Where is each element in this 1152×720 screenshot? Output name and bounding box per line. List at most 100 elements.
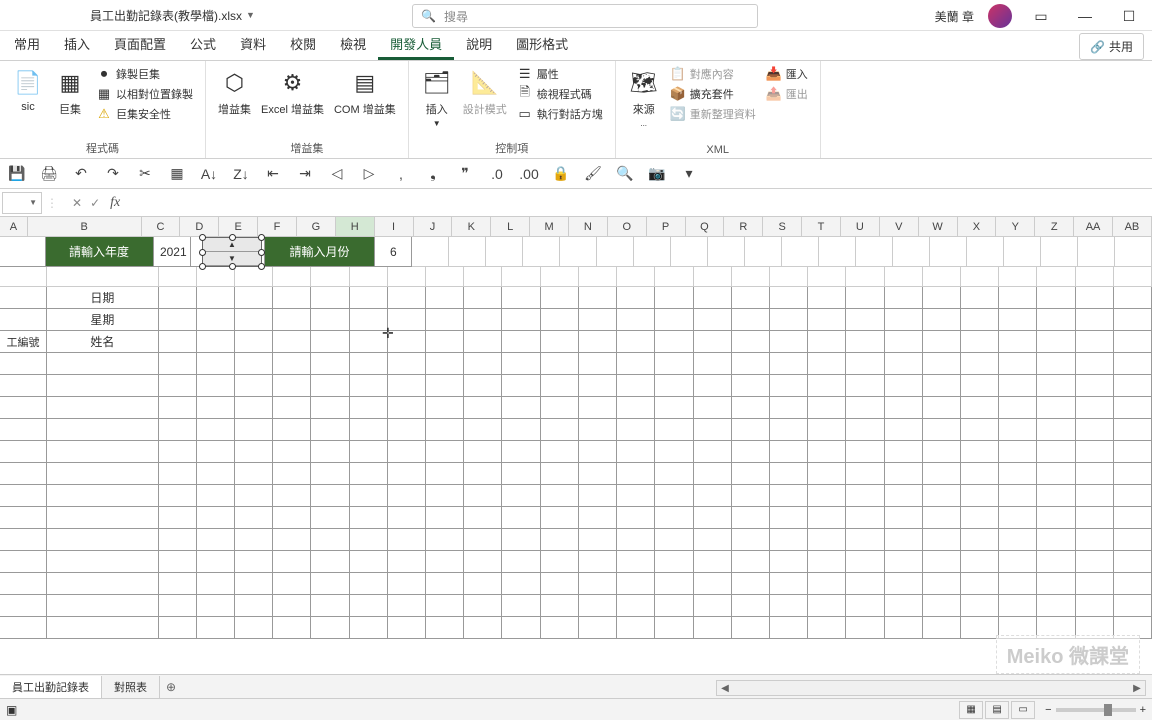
- view-code-button[interactable]: 🗎檢視程式碼: [515, 85, 605, 103]
- window-maximize-button[interactable]: ☐: [1114, 4, 1144, 28]
- cell[interactable]: [1037, 331, 1075, 353]
- cell[interactable]: [464, 309, 502, 331]
- col-header-B[interactable]: B: [28, 217, 142, 236]
- cell[interactable]: [999, 331, 1037, 353]
- cell[interactable]: [732, 309, 770, 331]
- search-box[interactable]: 🔍 搜尋: [412, 4, 758, 28]
- xml-import-button[interactable]: 📥匯入: [764, 65, 810, 83]
- col-header-H[interactable]: H: [336, 217, 375, 236]
- cell[interactable]: [1114, 309, 1152, 331]
- col-header-AB[interactable]: AB: [1113, 217, 1152, 236]
- indent-icon[interactable]: ▷: [358, 163, 380, 185]
- col-header-W[interactable]: W: [919, 217, 958, 236]
- cell[interactable]: [159, 331, 197, 353]
- selection-handle[interactable]: [258, 249, 265, 256]
- cell[interactable]: [350, 309, 388, 331]
- cell[interactable]: [311, 287, 349, 309]
- com-addins-button[interactable]: ▤COM 增益集: [332, 65, 398, 119]
- properties-button[interactable]: ☰屬性: [515, 65, 605, 83]
- cell[interactable]: [808, 309, 846, 331]
- visual-basic-button[interactable]: 📄sic: [10, 65, 46, 115]
- col-header-Z[interactable]: Z: [1035, 217, 1074, 236]
- macro-record-icon[interactable]: ▣: [6, 703, 17, 717]
- cell[interactable]: [655, 309, 693, 331]
- avatar[interactable]: [988, 4, 1012, 28]
- cell[interactable]: [846, 309, 884, 331]
- record-macro-button[interactable]: ⏺錄製巨集: [94, 65, 195, 83]
- zoom-in-icon[interactable]: +: [1140, 704, 1146, 716]
- cell[interactable]: [885, 331, 923, 353]
- cell[interactable]: [235, 287, 273, 309]
- zoom-slider[interactable]: [1056, 708, 1136, 712]
- fill-icon[interactable]: 🖌: [582, 163, 604, 185]
- scroll-right-icon[interactable]: ▶: [1129, 683, 1145, 694]
- cell[interactable]: [426, 309, 464, 331]
- cell[interactable]: [541, 287, 579, 309]
- cell[interactable]: [464, 287, 502, 309]
- cell[interactable]: [579, 309, 617, 331]
- cell[interactable]: [197, 331, 235, 353]
- excel-addins-button[interactable]: ⚙Excel 增益集: [259, 65, 326, 119]
- cell[interactable]: [1037, 309, 1075, 331]
- cell[interactable]: [388, 309, 426, 331]
- tab-layout[interactable]: 頁面配置: [102, 28, 178, 60]
- cell[interactable]: [961, 331, 999, 353]
- scroll-left-icon[interactable]: ◀: [717, 683, 733, 694]
- cell-weekday-label[interactable]: 星期: [47, 309, 159, 331]
- decrease-dec-icon[interactable]: .0: [486, 163, 508, 185]
- cell[interactable]: [579, 287, 617, 309]
- cell[interactable]: [846, 287, 884, 309]
- design-mode-button[interactable]: 📐設計模式: [461, 65, 509, 119]
- cell[interactable]: [923, 309, 961, 331]
- cell[interactable]: [541, 309, 579, 331]
- col-header-G[interactable]: G: [297, 217, 336, 236]
- macros-button[interactable]: ▦巨集: [52, 65, 88, 119]
- cell[interactable]: [694, 287, 732, 309]
- zoom-icon[interactable]: 🔍: [614, 163, 636, 185]
- quote-icon[interactable]: ❟: [422, 163, 444, 185]
- view-page-layout-button[interactable]: ▤: [985, 701, 1009, 719]
- namebox-dropdown-icon[interactable]: ▼: [29, 198, 37, 207]
- cell[interactable]: [350, 331, 388, 353]
- cell[interactable]: [502, 287, 540, 309]
- col-header-N[interactable]: N: [569, 217, 608, 236]
- cell[interactable]: [694, 309, 732, 331]
- cell[interactable]: [235, 309, 273, 331]
- col-header-U[interactable]: U: [841, 217, 880, 236]
- quote2-icon[interactable]: ❞: [454, 163, 476, 185]
- tab-formulas[interactable]: 公式: [178, 28, 228, 60]
- cell[interactable]: [999, 287, 1037, 309]
- cell-weekday-left[interactable]: [0, 309, 47, 331]
- cell[interactable]: [885, 309, 923, 331]
- cell[interactable]: [770, 287, 808, 309]
- cell[interactable]: [617, 309, 655, 331]
- tab-insert[interactable]: 插入: [52, 28, 102, 60]
- col-header-S[interactable]: S: [763, 217, 802, 236]
- cell[interactable]: [426, 331, 464, 353]
- expansion-button[interactable]: 📦擴充套件: [668, 85, 758, 103]
- cell[interactable]: [273, 287, 311, 309]
- cell[interactable]: [235, 331, 273, 353]
- window-minimize-button[interactable]: —: [1070, 4, 1100, 28]
- col-header-I[interactable]: I: [375, 217, 414, 236]
- col-header-M[interactable]: M: [530, 217, 569, 236]
- col-header-C[interactable]: C: [142, 217, 181, 236]
- refresh-data-button[interactable]: 🔄重新整理資料: [668, 105, 758, 123]
- cell[interactable]: [350, 287, 388, 309]
- relative-ref-button[interactable]: ▦以相對位置錄製: [94, 85, 195, 103]
- cell[interactable]: [655, 287, 693, 309]
- zoom-out-icon[interactable]: −: [1045, 704, 1051, 716]
- col-header-D[interactable]: D: [180, 217, 219, 236]
- col-header-V[interactable]: V: [880, 217, 919, 236]
- col-header-E[interactable]: E: [219, 217, 258, 236]
- cell[interactable]: [732, 287, 770, 309]
- cell-year-label[interactable]: 請輸入年度: [46, 237, 154, 267]
- selection-handle[interactable]: [229, 234, 236, 241]
- cell[interactable]: [999, 309, 1037, 331]
- col-header-R[interactable]: R: [724, 217, 763, 236]
- cell[interactable]: [923, 331, 961, 353]
- cell[interactable]: [1076, 309, 1114, 331]
- cell-empno-label[interactable]: 工編號: [0, 331, 47, 353]
- col-header-O[interactable]: O: [608, 217, 647, 236]
- ribbon-display-button[interactable]: ▭: [1026, 4, 1056, 28]
